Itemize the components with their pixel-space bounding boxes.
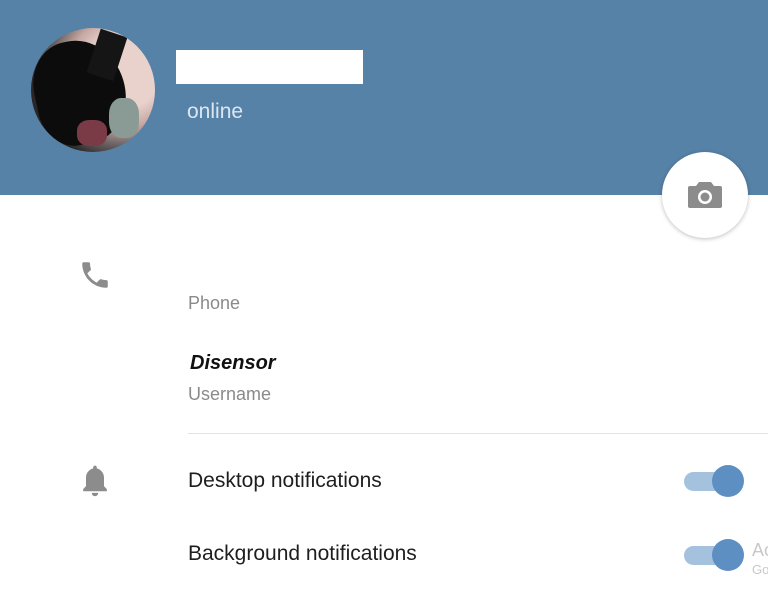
desktop-notifications-label: Desktop notifications — [188, 469, 382, 492]
username-value: Disensor — [190, 352, 276, 374]
desktop-notifications-toggle[interactable] — [684, 464, 746, 498]
username-label: Username — [188, 384, 272, 404]
camera-icon — [688, 182, 722, 208]
online-status: online — [187, 100, 244, 123]
phone-label: Phone — [188, 293, 241, 313]
background-notifications-label: Background notifications — [188, 542, 417, 565]
avatar[interactable] — [31, 28, 155, 152]
edge-text-line1: Ac — [752, 540, 768, 560]
edge-text-line2: Go — [752, 562, 768, 577]
profile-name-redacted — [176, 50, 363, 84]
section-divider — [188, 433, 768, 434]
background-notifications-toggle[interactable] — [684, 538, 746, 572]
bell-icon — [83, 465, 107, 497]
profile-header: online — [0, 0, 768, 195]
phone-icon — [82, 262, 108, 288]
change-photo-button[interactable] — [662, 152, 748, 238]
